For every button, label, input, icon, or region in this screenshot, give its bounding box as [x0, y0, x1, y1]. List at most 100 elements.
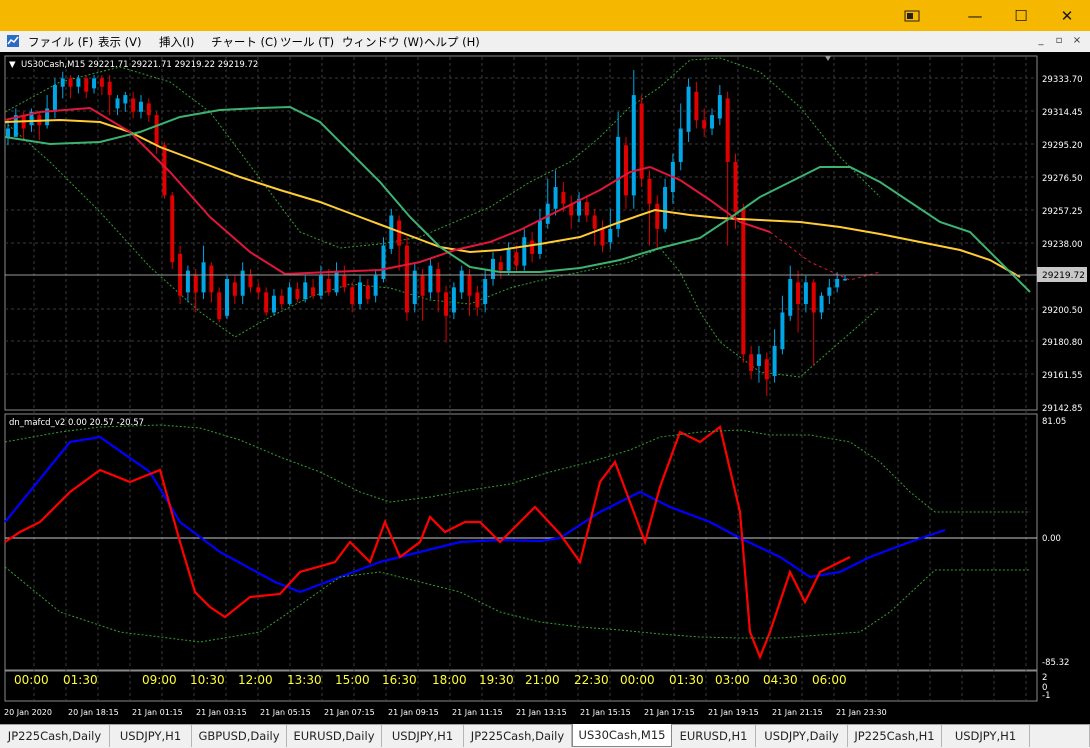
price-tick: 29200.50: [1042, 306, 1083, 316]
tab-usdjpy-h1-3[interactable]: USDJPY,H1: [942, 725, 1030, 747]
candle-body: [271, 295, 276, 313]
minimize-button[interactable]: —: [952, 0, 998, 31]
price-tick: 29257.25: [1042, 207, 1083, 217]
tab-usdjpy-daily[interactable]: USDJPY,Daily: [756, 725, 848, 747]
candle-body: [123, 95, 128, 104]
candle-body: [162, 145, 167, 196]
candle-body: [451, 287, 456, 313]
candle-body: [623, 145, 628, 196]
tab-eurusd-h1[interactable]: EURUSD,H1: [672, 725, 756, 747]
candle-body: [522, 237, 527, 266]
candle-body: [545, 203, 550, 224]
price-tick: 29276.50: [1042, 174, 1083, 184]
tab-jp225cash-daily-2[interactable]: JP225Cash,Daily: [464, 725, 572, 747]
candle-body: [342, 275, 347, 288]
time-tick: 13:30: [287, 673, 322, 687]
menu-tools[interactable]: ツール (T): [280, 34, 334, 50]
maximize-button[interactable]: ☐: [998, 0, 1044, 31]
candle-body: [796, 282, 801, 305]
candle-body: [639, 103, 644, 179]
date-tick: 21 Jan 19:15: [708, 708, 759, 717]
tab-overflow[interactable]: [1030, 725, 1090, 747]
candle-body: [608, 228, 613, 243]
candle-body: [780, 312, 785, 350]
app-logo-icon[interactable]: [6, 34, 20, 48]
candle-body: [146, 103, 151, 116]
menu-chart[interactable]: チャート (C): [211, 34, 278, 50]
mdi-minimize-button[interactable]: _: [1034, 34, 1048, 48]
candle-body: [717, 95, 722, 119]
chart-header: US30Cash,M15 29221.71 29221.71 29219.22 …: [21, 60, 258, 70]
candle-body: [107, 81, 112, 96]
menu-window[interactable]: ウィンドウ (W): [342, 34, 424, 50]
indicator-tick-min: -85.32: [1042, 658, 1069, 668]
restore-layout-icon[interactable]: [898, 0, 926, 31]
candle-body: [420, 275, 425, 296]
date-tick: 21 Jan 17:15: [644, 708, 695, 717]
candle-body: [99, 78, 104, 87]
candle-body: [381, 245, 386, 280]
tab-usdjpy-h1-2[interactable]: USDJPY,H1: [382, 725, 464, 747]
candle-body: [76, 78, 81, 87]
candle-body: [498, 262, 503, 271]
candle-body: [584, 202, 589, 216]
chart-window[interactable]: 29219.72 ▼ US30Cash,M15 29221.71 29221.7…: [0, 52, 1090, 724]
candle-body: [835, 279, 840, 288]
candle-body: [240, 270, 245, 296]
tab-eurusd-daily[interactable]: EURUSD,Daily: [287, 725, 382, 747]
mdi-controls: _ ▫ ×: [1034, 34, 1084, 48]
chart-collapse-icon[interactable]: ▼: [9, 60, 16, 70]
time-tick: 21:00: [525, 673, 560, 687]
menu-file[interactable]: ファイル (F): [28, 34, 93, 50]
menu-insert[interactable]: 挿入(I): [159, 34, 194, 50]
candle-body: [694, 91, 699, 121]
candle-body: [52, 85, 57, 112]
candle-body: [256, 287, 261, 293]
chart-canvas[interactable]: 29219.72 ▼ US30Cash,M15 29221.71 29221.7…: [0, 52, 1090, 724]
tab-jp225cash-daily[interactable]: JP225Cash,Daily: [0, 725, 110, 747]
window-titlebar: — ☐ ✕: [0, 0, 1090, 31]
chart-tabs: JP225Cash,Daily USDJPY,H1 GBPUSD,Daily E…: [0, 724, 1090, 748]
candle-body: [311, 287, 316, 296]
mdi-restore-button[interactable]: ▫: [1052, 34, 1066, 48]
time-tick: 22:30: [574, 673, 609, 687]
mdi-close-button[interactable]: ×: [1070, 34, 1084, 48]
candle-body: [365, 285, 370, 300]
time-tick: 15:00: [335, 673, 370, 687]
candle-body: [514, 252, 519, 266]
candle-body: [733, 161, 738, 213]
candle-body: [318, 275, 323, 296]
candle-body: [232, 282, 237, 296]
menu-help[interactable]: ヘルプ (H): [424, 34, 480, 50]
candle-body: [702, 120, 707, 129]
candle-body: [530, 240, 535, 254]
candle-body: [428, 265, 433, 293]
date-tick: 21 Jan 21:15: [772, 708, 823, 717]
time-tick: 00:00: [14, 673, 49, 687]
tab-gbpusd-daily[interactable]: GBPUSD,Daily: [192, 725, 287, 747]
candle-body: [154, 115, 159, 146]
time-tick: 18:00: [432, 673, 467, 687]
current-price-label: 29219.72: [1042, 271, 1085, 281]
time-tick: 12:00: [238, 673, 273, 687]
tab-usdjpy-h1[interactable]: USDJPY,H1: [110, 725, 192, 747]
candle-body: [436, 268, 441, 293]
candle-body: [678, 128, 683, 162]
candle-body: [115, 98, 120, 109]
close-button[interactable]: ✕: [1044, 0, 1090, 31]
candle-body: [373, 275, 378, 296]
candle-body: [404, 245, 409, 313]
time-tick: 10:30: [190, 673, 225, 687]
candle-body: [185, 270, 190, 293]
tab-us30cash-m15[interactable]: US30Cash,M15: [572, 724, 672, 747]
date-tick: 21 Jan 11:15: [452, 708, 503, 717]
tab-jp225cash-h1[interactable]: JP225Cash,H1: [848, 725, 942, 747]
price-tick: 29142.85: [1042, 404, 1083, 414]
candle-body: [475, 292, 480, 308]
price-tick: 29333.70: [1042, 75, 1083, 85]
date-tick: 21 Jan 23:30: [836, 708, 887, 717]
menu-view[interactable]: 表示 (V): [98, 34, 142, 50]
date-tick: 20 Jan 2020: [4, 708, 52, 717]
candle-body: [389, 215, 394, 249]
time-tick: 01:30: [669, 673, 704, 687]
